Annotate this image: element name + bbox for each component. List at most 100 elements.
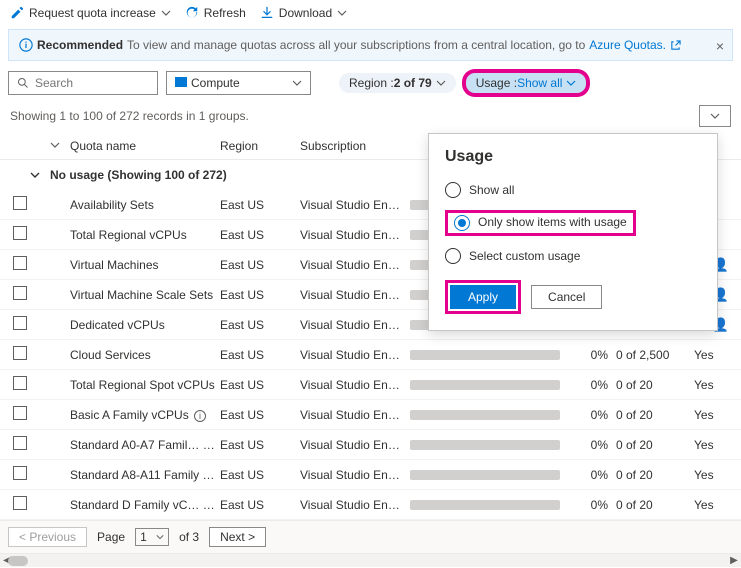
request-quota-increase-button[interactable]: Request quota increase [10,6,171,20]
quota-cell: 0 of 20 [616,498,694,512]
chevron-down-icon [566,78,576,88]
quota-name: Standard A8-A11 Family … [70,468,220,482]
usage-bar [410,500,560,510]
compute-icon [175,77,187,87]
download-button[interactable]: Download [260,6,347,20]
info-icon: i [194,410,206,422]
region-cell: East US [220,468,300,482]
row-checkbox[interactable] [13,406,27,420]
azure-quotas-link[interactable]: Azure Quotas. [589,38,666,52]
subscription-cell: Visual Studio En… [300,198,410,212]
horizontal-scrollbar[interactable]: ◀ ▶ [0,553,741,567]
region-cell: East US [220,438,300,452]
search-input[interactable] [8,71,158,95]
row-checkbox[interactable] [13,376,27,390]
view-options-button[interactable] [699,105,731,127]
table-row[interactable]: Cloud Services East USVisual Studio En…0… [0,340,741,370]
col-quota-name[interactable]: Quota name [70,139,220,153]
subscription-cell: Visual Studio En… [300,228,410,242]
row-checkbox[interactable] [13,496,27,510]
usage-filter-popup: Usage Show all Only show items with usag… [428,133,718,331]
usage-bar [410,350,560,360]
apply-button[interactable]: Apply [450,285,516,309]
filter-bar: Compute Region : 2 of 79 Usage : Show al… [0,63,741,95]
row-checkbox[interactable] [13,436,27,450]
quota-name: Dedicated vCPUs [70,318,220,332]
row-checkbox[interactable] [13,346,27,360]
subscription-cell: Visual Studio En… [300,318,410,332]
recommend-title: Recommended [37,38,123,52]
chevron-down-icon [161,8,171,18]
scroll-thumb[interactable] [8,556,28,566]
table-row[interactable]: Standard D Family vC… iEast USVisual Stu… [0,490,741,520]
usage-filter-value: Show all [517,76,562,90]
radio-label: Show all [469,183,514,197]
radio-only-usage[interactable]: Only show items with usage [445,204,701,242]
table-row[interactable]: Basic A Family vCPUs iEast USVisual Stud… [0,400,741,430]
col-region[interactable]: Region [220,139,300,153]
search-icon [17,77,29,89]
radio-custom[interactable]: Select custom usage [445,242,701,270]
adjustable-cell: Yes [694,438,734,452]
search-field[interactable] [35,76,149,90]
subscription-cell: Visual Studio En… [300,258,410,272]
row-checkbox[interactable] [13,286,27,300]
row-checkbox[interactable] [13,226,27,240]
info-icon: i [205,440,217,452]
subscription-cell: Visual Studio En… [300,348,410,362]
quota-name: Virtual Machines [70,258,220,272]
quota-cell: 0 of 2,500 [616,348,694,362]
usage-percent: 0% [570,498,616,512]
row-checkbox[interactable] [13,466,27,480]
table-row[interactable]: Standard A8-A11 Family … East USVisual S… [0,460,741,490]
region-cell: East US [220,198,300,212]
group-label: No usage (Showing 100 of 272) [50,168,227,182]
usage-percent: 0% [570,378,616,392]
usage-percent: 0% [570,348,616,362]
scroll-right-icon[interactable]: ▶ [727,554,741,568]
region-cell: East US [220,318,300,332]
next-page-button[interactable]: Next > [209,527,266,547]
chevron-down-icon [292,78,302,88]
quota-cell: 0 of 20 [616,378,694,392]
region-filter-pill[interactable]: Region : 2 of 79 [339,73,456,93]
edit-icon [10,6,24,20]
quota-name: Standard A0-A7 Famil… i [70,438,220,452]
table-row[interactable]: Standard A0-A7 Famil… iEast USVisual Stu… [0,430,741,460]
download-label: Download [279,6,332,20]
cancel-button[interactable]: Cancel [531,285,602,309]
external-link-icon [670,40,681,51]
region-cell: East US [220,228,300,242]
subscription-cell: Visual Studio En… [300,408,410,422]
info-icon [19,38,33,52]
radio-label: Select custom usage [469,249,580,263]
row-checkbox[interactable] [13,196,27,210]
col-subscription[interactable]: Subscription [300,139,410,153]
region-cell: East US [220,288,300,302]
usage-filter-pill[interactable]: Usage : Show all [464,71,589,95]
row-checkbox[interactable] [13,316,27,330]
pager: < Previous Page 1 of 3 Next > [0,520,741,553]
chevron-down-icon[interactable] [50,140,60,150]
table-row[interactable]: Total Regional Spot vCPUs East USVisual … [0,370,741,400]
download-icon [260,6,274,20]
command-bar: Request quota increase Refresh Download [0,0,741,27]
usage-percent: 0% [570,408,616,422]
provider-select[interactable]: Compute [166,71,311,95]
refresh-label: Refresh [204,6,246,20]
recommendation-banner: Recommended To view and manage quotas ac… [8,29,733,61]
page-number-input[interactable]: 1 [135,528,169,546]
popup-title: Usage [445,148,701,166]
prev-page-button[interactable]: < Previous [8,527,87,547]
close-icon[interactable]: × [716,38,724,54]
chevron-down-icon [436,78,446,88]
row-checkbox[interactable] [13,256,27,270]
radio-show-all[interactable]: Show all [445,176,701,204]
refresh-button[interactable]: Refresh [185,6,246,20]
usage-bar [410,380,560,390]
region-cell: East US [220,258,300,272]
quota-cell: 0 of 20 [616,438,694,452]
radio-icon [445,248,461,264]
recommend-text: To view and manage quotas across all you… [127,38,585,52]
adjustable-cell: Yes [694,408,734,422]
